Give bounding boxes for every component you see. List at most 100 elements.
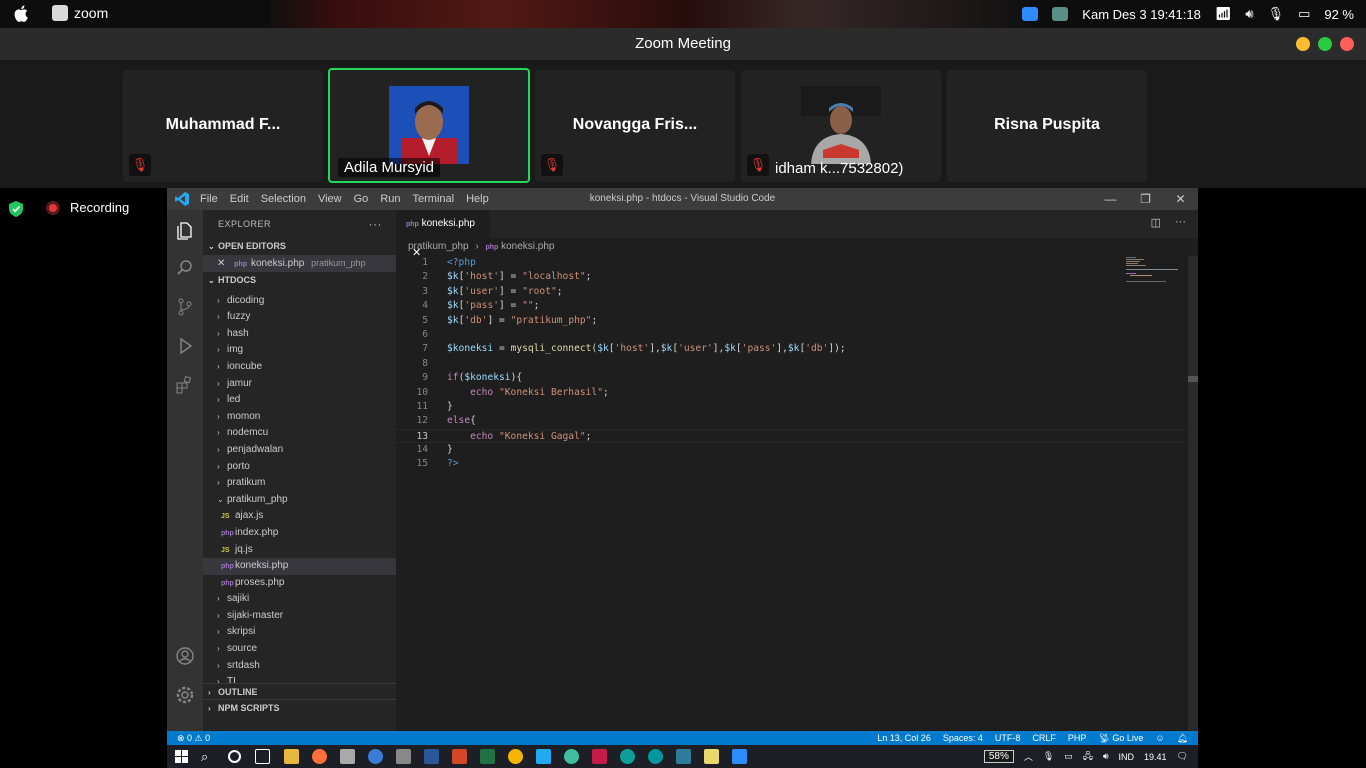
folder-item[interactable]: › dicoding xyxy=(203,293,396,310)
participant-tile-1[interactable]: Muhammad F... 🎙︎ xyxy=(123,70,323,182)
menu-selection[interactable]: Selection xyxy=(261,188,306,210)
encoding[interactable]: UTF-8 xyxy=(995,731,1021,745)
folder-item[interactable]: › hash xyxy=(203,326,396,343)
file-item[interactable]: JS jq.js xyxy=(203,542,396,559)
folder-item[interactable]: › sajiki xyxy=(203,591,396,608)
folder-item[interactable]: ⌄ pratikum_php xyxy=(203,492,396,509)
zoom-status-icon[interactable] xyxy=(1022,7,1039,21)
store-icon[interactable] xyxy=(340,749,355,764)
code-line[interactable]: 10 echo "Koneksi Berhasil"; xyxy=(396,386,1186,400)
battery-icon[interactable]: ▭ xyxy=(1298,6,1310,22)
language-mode[interactable]: PHP xyxy=(1068,731,1087,745)
raspberry-icon[interactable] xyxy=(592,749,607,764)
battery-icon[interactable]: ▭ xyxy=(1064,751,1073,762)
folder-item[interactable]: › led xyxy=(203,392,396,409)
excel-icon[interactable] xyxy=(480,749,495,764)
code-line[interactable]: 6 xyxy=(396,328,1186,342)
folder-item[interactable]: › momon xyxy=(203,409,396,426)
line-ending[interactable]: CRLF xyxy=(1032,731,1056,745)
menu-file[interactable]: File xyxy=(200,188,218,210)
problems-indicator[interactable]: ⊗ 0 ⚠ 0 xyxy=(177,731,210,745)
file-item[interactable]: phpindex.php xyxy=(203,525,396,542)
open-editors-section[interactable]: ⌄ OPEN EDITORS xyxy=(203,238,396,255)
code-line[interactable]: 9 if($koneksi){ xyxy=(396,371,1186,385)
participant-tile-3[interactable]: Novangga Fris... 🎙︎ xyxy=(535,70,735,182)
indentation[interactable]: Spaces: 4 xyxy=(943,731,983,745)
language-indicator[interactable]: IND xyxy=(1119,752,1135,762)
folder-item[interactable]: › sijaki-master xyxy=(203,608,396,625)
code-line[interactable]: 14} xyxy=(396,443,1186,457)
minimize-icon[interactable]: — xyxy=(1093,188,1128,210)
file-item[interactable]: phpproses.php xyxy=(203,575,396,592)
notes-icon[interactable] xyxy=(704,749,719,764)
code-line[interactable]: 1 <?php xyxy=(396,256,1186,270)
tab-koneksi-php[interactable]: php koneksi.php ✕ xyxy=(396,210,490,259)
menu-clock[interactable]: Kam Des 3 19:41:18 xyxy=(1082,7,1201,22)
open-editor-item[interactable]: ✕ php koneksi.php pratikum_php xyxy=(203,255,396,272)
close-icon[interactable]: ✕ xyxy=(1163,188,1198,210)
network-icon[interactable]: 🖧︎ xyxy=(1083,749,1093,765)
menu-view[interactable]: View xyxy=(318,188,342,210)
code-line[interactable]: 8 xyxy=(396,357,1186,371)
screenshot-status-icon[interactable] xyxy=(1052,7,1069,21)
recording-indicator[interactable]: Recording xyxy=(46,200,129,215)
source-control-icon[interactable] xyxy=(175,297,195,317)
app-icon[interactable] xyxy=(676,749,691,764)
mic-icon[interactable]: 🎙︎ xyxy=(1268,6,1285,22)
code-line[interactable]: 15 ?> xyxy=(396,457,1186,471)
close-editor-icon[interactable]: ✕ xyxy=(217,258,225,269)
file-item[interactable]: phpkoneksi.php xyxy=(203,558,396,575)
account-icon[interactable] xyxy=(175,646,195,666)
menu-help[interactable]: Help xyxy=(466,188,489,210)
arduino-icon[interactable] xyxy=(648,749,663,764)
maximize-button[interactable] xyxy=(1318,37,1332,51)
powerpoint-icon[interactable] xyxy=(452,749,467,764)
minimap[interactable] xyxy=(1126,256,1186,286)
folder-item[interactable]: › porto xyxy=(203,459,396,476)
app-icon[interactable] xyxy=(564,749,579,764)
shield-icon[interactable] xyxy=(9,201,23,217)
file-item[interactable]: JS ajax.js xyxy=(203,508,396,525)
code-line[interactable]: 2 $k['host'] = "localhost"; xyxy=(396,270,1186,284)
folder-item[interactable]: › nodemcu xyxy=(203,425,396,442)
go-live-button[interactable]: 📡︎ Go Live xyxy=(1098,731,1143,745)
app-icon[interactable] xyxy=(368,749,383,764)
task-view-icon[interactable] xyxy=(255,749,270,764)
code-line[interactable]: 3 $k['user'] = "root"; xyxy=(396,285,1186,299)
cortana-icon[interactable] xyxy=(228,750,241,763)
apple-logo-icon[interactable] xyxy=(14,5,28,22)
close-button[interactable] xyxy=(1340,37,1354,51)
outline-section[interactable]: › OUTLINE xyxy=(203,683,396,699)
vscode-taskbar-icon[interactable] xyxy=(536,749,551,764)
split-editor-icon[interactable]: ◫ xyxy=(1151,216,1161,229)
menu-go[interactable]: Go xyxy=(354,188,369,210)
folder-item[interactable]: › penjadwalan xyxy=(203,442,396,459)
wifi-icon[interactable]: 📶︎ xyxy=(1215,6,1232,22)
folder-item[interactable]: › source xyxy=(203,641,396,658)
notifications-bell-icon[interactable]: 🔔︎ xyxy=(1177,731,1188,745)
app-icon[interactable] xyxy=(396,749,411,764)
feedback-icon[interactable]: ☺ xyxy=(1155,731,1164,745)
folder-item[interactable]: › jamur xyxy=(203,376,396,393)
restore-icon[interactable]: ❐ xyxy=(1128,188,1163,210)
run-debug-icon[interactable] xyxy=(175,336,195,356)
search-icon[interactable] xyxy=(175,258,195,278)
folder-item[interactable]: › fuzzy xyxy=(203,309,396,326)
extensions-icon[interactable] xyxy=(175,375,195,395)
participant-tile-5[interactable]: Risna Puspita xyxy=(947,70,1147,182)
file-explorer-icon[interactable] xyxy=(284,749,299,764)
search-icon[interactable]: ⌕ xyxy=(201,749,216,764)
settings-gear-icon[interactable] xyxy=(175,685,195,705)
zoom-app-menu[interactable]: zoom xyxy=(52,5,108,21)
volume-icon[interactable]: 🔊︎ xyxy=(1103,751,1109,762)
code-line[interactable]: 11} xyxy=(396,400,1186,414)
code-line[interactable]: 4 $k['pass'] = ""; xyxy=(396,299,1186,313)
zoom-taskbar-icon[interactable] xyxy=(732,749,747,764)
folder-item[interactable]: › img xyxy=(203,342,396,359)
cursor-position[interactable]: Ln 13, Col 26 xyxy=(877,731,931,745)
scroll-thumb[interactable] xyxy=(1188,376,1198,382)
folder-item[interactable]: › pratikum xyxy=(203,475,396,492)
code-line[interactable]: 5 $k['db'] = "pratikum_php"; xyxy=(396,314,1186,328)
npm-scripts-section[interactable]: › NPM SCRIPTS xyxy=(203,699,396,715)
mic-icon[interactable]: 🎙︎ xyxy=(1043,751,1054,762)
